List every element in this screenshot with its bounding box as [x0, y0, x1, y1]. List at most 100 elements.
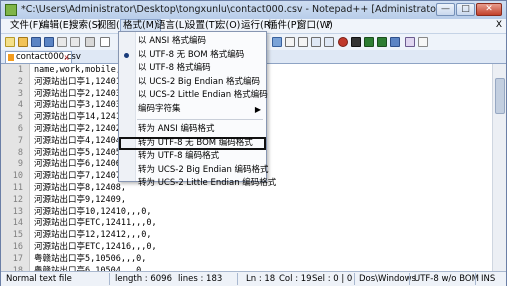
- print-icon[interactable]: [85, 37, 95, 47]
- line-number: 15: [12, 230, 23, 241]
- code-line[interactable]: 河源站出口亭ETC,12411,,,0,: [34, 218, 157, 230]
- window-title: *C:\Users\Administrator\Desktop\tongxunl…: [21, 4, 444, 15]
- code-line[interactable]: 河源站出口亭ETC,12416,,,0,: [34, 242, 157, 254]
- user-lang-icon[interactable]: [311, 37, 321, 47]
- new-file-icon[interactable]: [5, 37, 15, 47]
- close-document-button[interactable]: X: [496, 20, 502, 30]
- format-menu-item[interactable]: 以 UCS-2 Big Endian 格式编码: [119, 76, 266, 89]
- maximize-button[interactable]: □: [456, 3, 475, 16]
- format-menu-item-label: 转为 UTF-8 无 BOM 编码格式: [138, 137, 253, 148]
- tab-close-icon[interactable]: x: [64, 52, 69, 63]
- status-encoding: UTF-8 w/o BOM: [414, 274, 479, 284]
- code-line[interactable]: 河源站出口亭3,12403,: [34, 100, 126, 112]
- extra-tool-icon[interactable]: [418, 37, 428, 47]
- line-number: 11: [12, 183, 23, 193]
- notepadpp-app-icon: [5, 4, 17, 16]
- cut-icon[interactable]: [100, 37, 110, 47]
- spellcheck-icon[interactable]: [405, 37, 415, 47]
- status-column: Col : 19: [279, 274, 312, 284]
- line-number: 4: [17, 100, 23, 111]
- submenu-arrow-icon: ▶: [254, 104, 261, 114]
- line-number: 6: [17, 124, 23, 134]
- code-line[interactable]: 河源站出口亭10,12410,,,0,: [34, 207, 152, 219]
- tab-label: contact000.csv: [16, 52, 81, 62]
- play-macro-icon[interactable]: [364, 37, 374, 47]
- save-all-icon[interactable]: [44, 37, 54, 47]
- format-menu-item-label: 以 ANSI 格式编码: [138, 36, 206, 46]
- line-number: 10: [12, 171, 23, 182]
- line-number: 1: [17, 65, 23, 75]
- format-menu-item-label: 以 UCS-2 Big Endian 格式编码: [138, 76, 261, 87]
- format-menu-item-label: 编码字符集: [138, 103, 181, 114]
- format-menu-item-label: 转为 UCS-2 Big Endian 编码格式: [138, 164, 269, 175]
- format-menu-item[interactable]: 转为 UTF-8 无 BOM 编码格式: [119, 136, 266, 150]
- code-line[interactable]: 河源站出口亭8,12408,: [34, 183, 126, 195]
- line-number: 13: [12, 206, 23, 217]
- indent-guide-icon[interactable]: [298, 37, 308, 47]
- code-line[interactable]: 河源站出口亭2,12403,: [34, 89, 126, 101]
- unsaved-file-icon: [8, 54, 14, 61]
- format-menu-item[interactable]: 以 UTF-8 格式编码: [119, 62, 266, 75]
- line-number: 8: [17, 147, 23, 158]
- doc-map-icon[interactable]: [324, 37, 334, 47]
- line-number: 17: [12, 253, 23, 264]
- status-eol: Dos\Windows: [359, 274, 416, 284]
- code-line[interactable]: 河源站出口亭2,12402,: [34, 124, 126, 136]
- close-all-icon[interactable]: [70, 37, 80, 47]
- code-line[interactable]: 河源站出口亭14,12414: [34, 112, 126, 124]
- record-macro-icon[interactable]: [338, 37, 348, 47]
- code-line[interactable]: 河源站出口亭4,12404,: [34, 136, 126, 148]
- format-menu-item[interactable]: 以 ANSI 格式编码: [119, 35, 266, 48]
- code-line[interactable]: 河源站出口亭6,12406,: [34, 159, 126, 171]
- close-button[interactable]: ✕: [476, 3, 502, 16]
- show-all-chars-icon[interactable]: [285, 37, 295, 47]
- format-menu-item[interactable]: 转为 UCS-2 Big Endian 编码格式: [119, 164, 269, 177]
- line-number-gutter: 12345678910111213141516171819: [1, 64, 30, 271]
- radio-bullet-icon: [124, 52, 129, 58]
- format-menu-item[interactable]: 转为 UTF-8 编码格式: [119, 150, 266, 163]
- format-menu-item-label: 以 UCS-2 Little Endian 格式编码: [138, 90, 268, 100]
- status-line: Ln : 18: [246, 274, 276, 284]
- code-line[interactable]: 粤赣站出口亭5,10506,,,0,: [34, 254, 146, 266]
- tab-contact000[interactable]: contact000.csv x: [5, 51, 81, 63]
- format-menu-item-label: 以 UTF-8 无 BOM 格式编码: [138, 49, 245, 60]
- menu-help[interactable]: ?: [324, 20, 333, 32]
- code-line[interactable]: 河源站出口亭12,12412,,,0,: [34, 230, 152, 242]
- menu-separator: [137, 119, 263, 120]
- format-menu-item[interactable]: 转为 ANSI 编码格式: [119, 123, 266, 136]
- line-number: 12: [12, 194, 23, 205]
- code-line[interactable]: 河源站出口亭7,12407,: [34, 171, 126, 183]
- stop-macro-icon[interactable]: [351, 37, 361, 47]
- format-menu-item[interactable]: 以 UCS-2 Little Endian 格式编码: [119, 89, 268, 102]
- scrollbar-thumb[interactable]: [495, 78, 505, 114]
- code-line[interactable]: 河源站出口亭9,12409,: [34, 195, 126, 207]
- status-length: length : 6096: [115, 274, 172, 284]
- status-insert-mode: INS: [481, 274, 496, 284]
- line-number: 14: [12, 218, 23, 229]
- status-file-type: Normal text file: [6, 274, 72, 284]
- code-line[interactable]: 河源站出口亭5,12405,: [34, 148, 126, 160]
- line-number: 5: [17, 112, 23, 123]
- play-multiple-icon[interactable]: [377, 37, 387, 47]
- line-number: 2: [17, 76, 23, 87]
- title-bar: *C:\Users\Administrator\Desktop\tongxunl…: [1, 1, 506, 19]
- format-menu-item[interactable]: 转为 UCS-2 Little Endian 编码格式: [119, 177, 276, 190]
- format-menu-item-label: 转为 UCS-2 Little Endian 编码格式: [138, 178, 277, 188]
- format-menu-item[interactable]: 编码字符集 ▶: [119, 103, 266, 116]
- format-menu-item-label: 转为 UTF-8 编码格式: [138, 151, 220, 161]
- format-menu-item[interactable]: 以 UTF-8 无 BOM 格式编码: [119, 49, 266, 62]
- save-macro-icon[interactable]: [390, 37, 400, 47]
- line-number: 9: [17, 159, 23, 170]
- line-number: 7: [17, 135, 23, 146]
- wrap-icon[interactable]: [272, 37, 282, 47]
- status-selection: Sel : 0 | 0: [312, 274, 353, 284]
- save-icon[interactable]: [31, 37, 41, 47]
- minimize-button[interactable]: —: [436, 3, 455, 16]
- close-file-icon[interactable]: [57, 37, 67, 47]
- code-line[interactable]: 河源站出口亭1,12401,: [34, 77, 126, 89]
- line-number: 16: [12, 242, 23, 252]
- line-number: 3: [17, 88, 23, 99]
- open-file-icon[interactable]: [18, 37, 28, 47]
- format-menu-item-label: 转为 ANSI 编码格式: [138, 124, 215, 134]
- vertical-scrollbar[interactable]: [492, 64, 506, 271]
